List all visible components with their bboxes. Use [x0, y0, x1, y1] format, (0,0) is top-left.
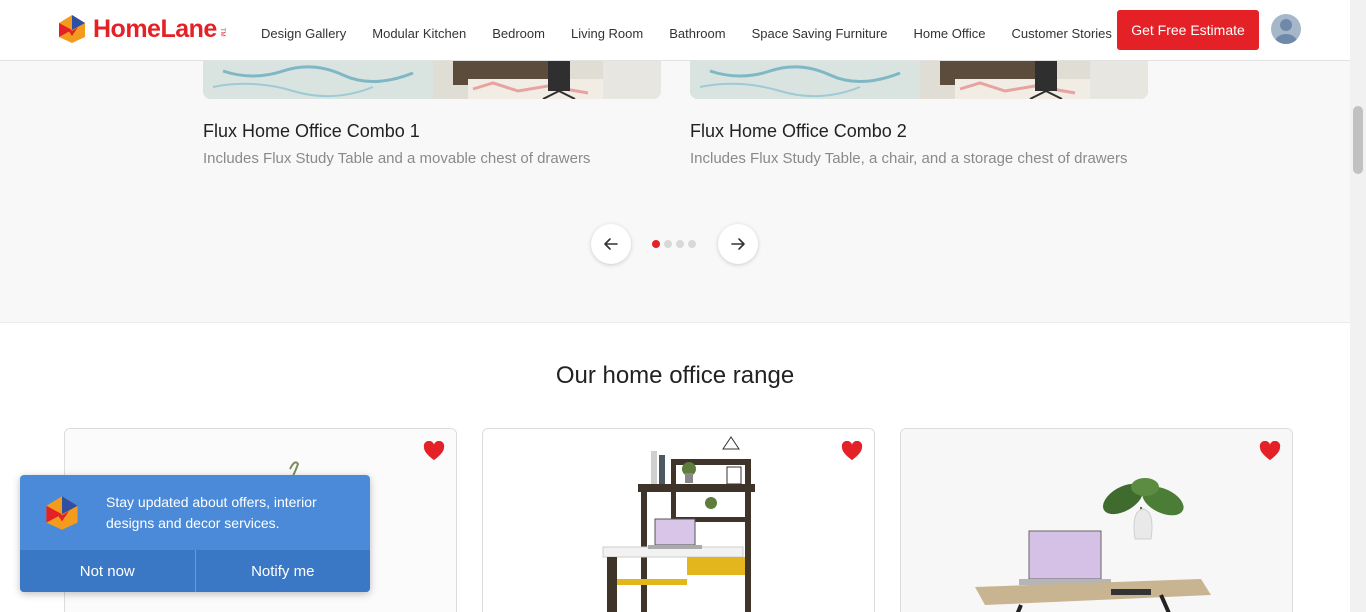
product-card[interactable]: [482, 428, 875, 612]
slide-title: Flux Home Office Combo 2: [690, 121, 907, 141]
combo-carousel: Flux Home Office Combo 1 Includes Flux S…: [0, 61, 1350, 323]
main-nav: Design Gallery Modular Kitchen Bedroom L…: [261, 26, 1138, 41]
slide-title: Flux Home Office Combo 1: [203, 121, 420, 141]
carousel-prev-button[interactable]: [591, 224, 631, 264]
slide-image: [203, 61, 661, 99]
nav-living-room[interactable]: Living Room: [571, 26, 643, 41]
notification-message: Stay updated about offers, interior desi…: [106, 494, 317, 531]
carousel-dot-1[interactable]: [652, 240, 660, 248]
carousel-slide[interactable]: Flux Home Office Combo 2 Includes Flux S…: [690, 61, 1148, 167]
slide-description: Includes Flux Study Table, a chair, and …: [690, 150, 1128, 167]
product-image: [483, 429, 874, 612]
nav-modular-kitchen[interactable]: Modular Kitchen: [372, 26, 466, 41]
scrollbar-thumb[interactable]: [1353, 106, 1363, 174]
carousel-slide[interactable]: Flux Home Office Combo 1 Includes Flux S…: [203, 61, 661, 167]
notification-body: Stay updated about offers, interior desi…: [20, 475, 370, 550]
nav-bedroom[interactable]: Bedroom: [492, 26, 545, 41]
brand-trademark: TM: [218, 27, 225, 37]
wishlist-heart-icon[interactable]: [841, 441, 863, 461]
user-avatar-icon[interactable]: [1271, 14, 1301, 44]
homelane-logo-icon: [46, 496, 78, 530]
brand-logo[interactable]: HomeLane TM: [58, 14, 225, 44]
wishlist-heart-icon[interactable]: [1259, 441, 1281, 461]
nav-customer-stories[interactable]: Customer Stories: [1011, 26, 1111, 41]
nav-design-gallery[interactable]: Design Gallery: [261, 26, 346, 41]
slide-description: Includes Flux Study Table and a movable …: [203, 150, 591, 167]
notification-actions: Not now Notify me: [20, 550, 370, 592]
slide-photo-art: [690, 61, 1148, 99]
nav-bathroom[interactable]: Bathroom: [669, 26, 725, 41]
page-scrollbar[interactable]: [1350, 0, 1366, 612]
slide-image: [690, 61, 1148, 99]
carousel-dot-4[interactable]: [688, 240, 696, 248]
product-card[interactable]: [900, 428, 1293, 612]
notify-me-button[interactable]: Notify me: [194, 550, 370, 592]
nav-space-saving-furniture[interactable]: Space Saving Furniture: [752, 26, 888, 41]
not-now-button[interactable]: Not now: [20, 550, 195, 592]
slide-photo-art: [203, 61, 661, 99]
user-silhouette-icon: [1275, 19, 1297, 44]
section-title: Our home office range: [555, 362, 795, 389]
carousel-next-button[interactable]: [718, 224, 758, 264]
product-image: [901, 429, 1292, 612]
wishlist-heart-icon[interactable]: [423, 441, 445, 461]
site-header: HomeLane TM Design Gallery Modular Kitch…: [0, 0, 1350, 61]
get-free-estimate-button[interactable]: Get Free Estimate: [1117, 10, 1259, 50]
brand-name: HomeLane: [93, 14, 217, 43]
carousel-dot-2[interactable]: [664, 240, 672, 248]
carousel-dot-3[interactable]: [676, 240, 684, 248]
arrow-left-icon: [604, 238, 618, 250]
homelane-logo-icon: [59, 15, 85, 43]
notification-prompt: Stay updated about offers, interior desi…: [20, 475, 370, 592]
carousel-dots: [652, 240, 700, 248]
arrow-right-icon: [731, 238, 745, 250]
nav-home-office[interactable]: Home Office: [913, 26, 985, 41]
